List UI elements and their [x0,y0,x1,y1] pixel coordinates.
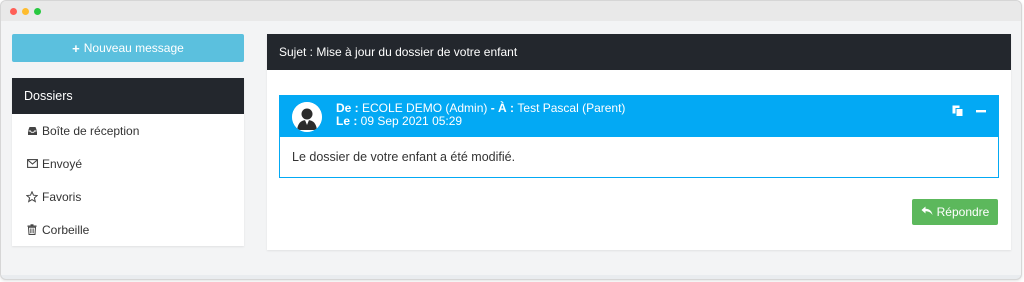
avatar [292,102,322,132]
sidebar-item-sent[interactable]: Envoyé [12,147,244,180]
star-icon [25,190,39,203]
sidebar-item-trash[interactable]: Corbeille [12,213,244,246]
window-titlebar [1,1,1021,21]
copy-icon[interactable] [952,105,964,117]
plus-icon: + [72,40,80,56]
trash-icon [25,224,39,235]
to-separator: - [487,101,499,115]
sidebar-item-label: Favoris [42,189,82,204]
new-message-button[interactable]: + Nouveau message [12,34,244,62]
collapse-minus-icon[interactable] [976,105,986,117]
maximize-window-button[interactable] [34,8,41,15]
subject-text: Mise à jour du dossier de votre enfant [316,45,518,59]
browser-window: + Nouveau message Dossiers Boîte de réce… [0,0,1022,280]
close-window-button[interactable] [10,8,17,15]
sidebar-item-label: Boîte de réception [42,123,140,138]
message-panel: Sujet : Mise à jour du dossier de votre … [267,34,1011,250]
sidebar-item-label: Envoyé [42,156,83,171]
message-header: De : ECOLE DEMO (Admin) - À : Test Pasca… [280,96,998,137]
message-header-actions [952,105,986,117]
to-label: À : [498,101,518,115]
sender: ECOLE DEMO (Admin) [362,101,488,115]
new-message-label: Nouveau message [83,41,184,55]
reply-label: Répondre [936,205,990,219]
subject-header: Sujet : Mise à jour du dossier de votre … [267,34,1011,70]
message-date: 09 Sep 2021 05:29 [360,114,463,128]
sidebar-item-inbox[interactable]: Boîte de réception [12,114,244,147]
message-card: De : ECOLE DEMO (Admin) - À : Test Pasca… [279,95,999,178]
page-content: + Nouveau message Dossiers Boîte de réce… [1,21,1021,275]
reply-arrow-icon [921,205,933,219]
inbox-icon [25,126,39,136]
from-label: De : [336,101,363,115]
reply-button[interactable]: Répondre [912,199,998,225]
folders-title: Dossiers [12,78,244,114]
minimize-window-button[interactable] [22,8,29,15]
message-body: Le dossier de votre enfant a été modifié… [292,150,516,164]
sidebar-item-label: Corbeille [42,222,90,237]
envelope-icon [25,159,39,168]
date-label: Le : [336,114,361,128]
subject-label: Sujet : [279,45,314,59]
message-meta: De : ECOLE DEMO (Admin) - À : Test Pasca… [336,102,625,128]
folders-panel: Dossiers Boîte de réception Envoyé Favor… [12,78,244,246]
recipient: Test Pascal (Parent) [517,101,626,115]
sidebar-item-favorites[interactable]: Favoris [12,180,244,213]
